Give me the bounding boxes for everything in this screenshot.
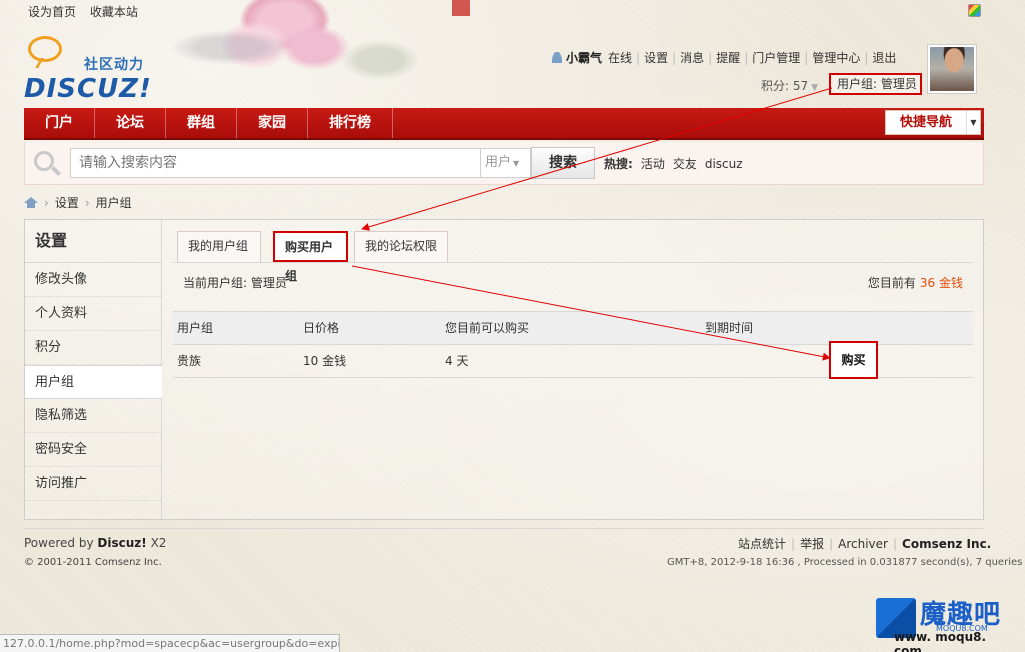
sidebar-item-usergroup[interactable]: 用户组 bbox=[25, 365, 162, 399]
logout-link[interactable]: 退出 bbox=[872, 51, 896, 65]
sidebar-item-avatar[interactable]: 修改头像 bbox=[25, 263, 161, 297]
username-link[interactable]: 小霸气 bbox=[566, 51, 602, 65]
sidebar-title: 设置 bbox=[25, 220, 161, 263]
home-icon[interactable] bbox=[24, 197, 38, 208]
sidebar-item-privacy[interactable]: 隐私筛选 bbox=[25, 399, 161, 433]
processing-time: GMT+8, 2012-9-18 16:36 , Processed in 0.… bbox=[667, 557, 1025, 568]
footer-links: 站点统计 | 举报 | Archiver | Comsenz Inc. bbox=[738, 537, 992, 551]
chevron-down-icon: ▼ bbox=[513, 159, 520, 168]
sidebar-item-credits[interactable]: 积分 bbox=[25, 331, 161, 365]
settings-link[interactable]: 设置 bbox=[644, 51, 668, 65]
main-nav: 门户 论坛 群组 家园 排行榜 bbox=[24, 108, 984, 140]
credits-dropdown[interactable]: 积分: 57 ▼ bbox=[761, 77, 818, 94]
user-bar: 小霸气 在线 | 设置 | 消息 | 提醒 | 门户管理 | 管理中心 | 退出 bbox=[552, 49, 896, 66]
set-homepage-link[interactable]: 设为首页 bbox=[28, 5, 76, 19]
sidebar-item-promotion[interactable]: 访问推广 bbox=[25, 467, 161, 501]
status-url: 127.0.0.1/home.php?mod=spacecp&ac=usergr… bbox=[0, 634, 340, 652]
nav-ranking[interactable]: 排行榜 bbox=[308, 108, 393, 138]
hot-term-link[interactable]: 活动 bbox=[641, 157, 665, 171]
copyright: © 2001-2011 Comsenz Inc. bbox=[24, 557, 162, 568]
column-header: 您目前可以购买 bbox=[445, 321, 530, 335]
avatar[interactable] bbox=[927, 44, 977, 94]
nav-groups[interactable]: 群组 bbox=[166, 108, 237, 138]
user-group-link[interactable]: 用户组: 管理员 bbox=[829, 73, 922, 95]
buy-button[interactable]: 购买 bbox=[829, 341, 878, 379]
watermark: 魔趣吧 MOQU8.COM www. moqu8. com bbox=[876, 594, 1016, 652]
nav-portal[interactable]: 门户 bbox=[24, 108, 95, 138]
table-header: 用户组 日价格 您目前可以购买 到期时间 bbox=[173, 311, 973, 345]
search-icon bbox=[34, 151, 54, 171]
column-header: 日价格 bbox=[303, 321, 340, 335]
can-buy-cell: 4 天 bbox=[445, 354, 469, 368]
breadcrumb-usergroup[interactable]: 用户组 bbox=[96, 196, 132, 210]
portal-admin-link[interactable]: 门户管理 bbox=[752, 51, 800, 65]
tab-buy-usergroup[interactable]: 购买用户组 bbox=[273, 231, 348, 283]
report-link[interactable]: 举报 bbox=[800, 537, 824, 551]
settings-sidebar: 设置 修改头像 个人资料 积分 用户组 隐私筛选 密码安全 访问推广 bbox=[25, 220, 162, 519]
logo-tagline: 社区动力 bbox=[84, 57, 144, 73]
seal-stamp bbox=[452, 0, 470, 16]
search-button[interactable]: 搜索 bbox=[531, 147, 595, 179]
nav-home[interactable]: 家园 bbox=[237, 108, 308, 138]
notifications-link[interactable]: 提醒 bbox=[716, 51, 740, 65]
hot-search-label: 热搜: bbox=[604, 157, 633, 171]
online-status-link[interactable]: 在线 bbox=[608, 51, 632, 65]
top-links: 设为首页 收藏本站 bbox=[28, 3, 148, 20]
chevron-down-icon: ▼ bbox=[811, 83, 819, 93]
logo-wordmark: DISCUZ! bbox=[24, 74, 152, 104]
balance-value: 36 金钱 bbox=[919, 276, 963, 290]
powered-by: Powered by Discuz! X2 bbox=[24, 536, 167, 550]
discuz-logo[interactable]: 社区动力 DISCUZ! bbox=[24, 34, 164, 104]
breadcrumb: › 设置 › 用户组 bbox=[24, 194, 132, 211]
style-switch-icon[interactable] bbox=[968, 4, 981, 17]
discuz-link[interactable]: Discuz! bbox=[97, 536, 146, 550]
column-header: 用户组 bbox=[177, 321, 214, 335]
tab-my-usergroup[interactable]: 我的用户组 bbox=[177, 231, 261, 262]
search-type-select[interactable]: 用户 ▼ bbox=[480, 148, 531, 178]
daily-price-cell: 10 金钱 bbox=[303, 354, 347, 368]
bookmark-site-link[interactable]: 收藏本站 bbox=[90, 5, 138, 19]
current-usergroup-text: 当前用户组: 管理员 bbox=[183, 276, 287, 290]
messages-link[interactable]: 消息 bbox=[680, 51, 704, 65]
watermark-url: www. moqu8. com bbox=[894, 630, 987, 652]
quick-nav-button[interactable]: 快捷导航 ▼ bbox=[885, 110, 981, 135]
sidebar-item-profile[interactable]: 个人资料 bbox=[25, 297, 161, 331]
tab-forum-permissions[interactable]: 我的论坛权限 bbox=[354, 231, 448, 262]
breadcrumb-settings[interactable]: 设置 bbox=[55, 196, 79, 210]
usergroup-name-cell: 贵族 bbox=[177, 354, 202, 368]
search-bar: 用户▼ 搜索 热搜: 活动交友 discuz bbox=[24, 142, 984, 185]
site-stats-link[interactable]: 站点统计 bbox=[738, 537, 786, 551]
user-icon bbox=[552, 52, 562, 63]
hot-term-link[interactable]: 交友 bbox=[673, 157, 697, 171]
nav-forum[interactable]: 论坛 bbox=[95, 108, 166, 138]
comsenz-link[interactable]: Comsenz Inc. bbox=[902, 537, 991, 551]
hot-term-link[interactable]: discuz bbox=[705, 157, 743, 171]
chevron-down-icon: ▼ bbox=[966, 111, 980, 134]
balance-text: 您目前有 36 金钱 bbox=[867, 276, 963, 290]
sidebar-item-password[interactable]: 密码安全 bbox=[25, 433, 161, 467]
column-header: 到期时间 bbox=[705, 321, 754, 335]
search-input[interactable] bbox=[70, 148, 482, 178]
hot-searches: 热搜: 活动 交友 discuz bbox=[604, 155, 751, 172]
admin-center-link[interactable]: 管理中心 bbox=[812, 51, 860, 65]
archiver-link[interactable]: Archiver bbox=[838, 537, 888, 551]
